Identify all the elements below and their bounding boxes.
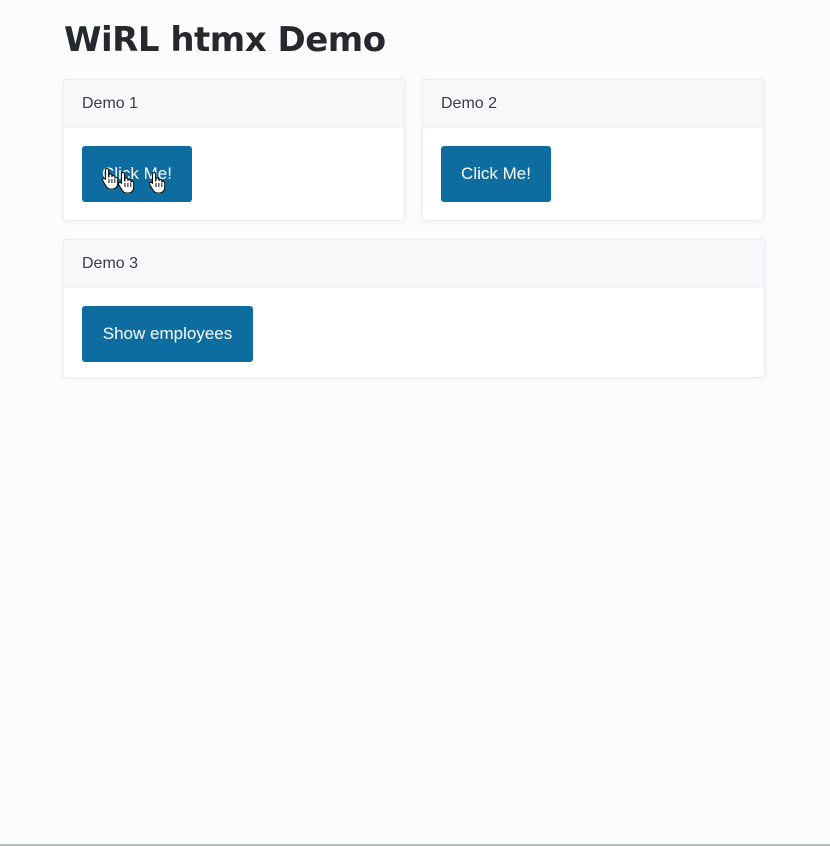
demo-card-3: Demo 3 Show employees xyxy=(64,240,764,377)
demo-card-1-body: Click Me! xyxy=(64,128,404,220)
page-title: WiRL htmx Demo xyxy=(64,20,386,60)
demo-1-click-button[interactable]: Click Me! xyxy=(82,146,192,202)
demo-card-3-body: Show employees xyxy=(64,288,764,377)
demo-card-1: Demo 1 Click Me! xyxy=(64,80,404,220)
demo-card-2: Demo 2 Click Me! xyxy=(423,80,763,220)
demo-1-click-button-label: Click Me! xyxy=(102,164,172,183)
demo-2-click-button[interactable]: Click Me! xyxy=(441,146,551,202)
demo-row-top: Demo 1 Click Me! Demo 2 Click Me! xyxy=(64,80,764,220)
demo-card-2-header: Demo 2 xyxy=(423,80,763,128)
show-employees-button[interactable]: Show employees xyxy=(82,306,253,362)
page-container: WiRL htmx Demo Demo 1 Click Me! Demo 2 C… xyxy=(64,16,764,377)
demo-card-3-header: Demo 3 xyxy=(64,240,764,288)
demo-card-2-body: Click Me! xyxy=(423,128,763,220)
demo-card-1-header: Demo 1 xyxy=(64,80,404,128)
demo-row-bottom: Demo 3 Show employees xyxy=(64,240,764,377)
